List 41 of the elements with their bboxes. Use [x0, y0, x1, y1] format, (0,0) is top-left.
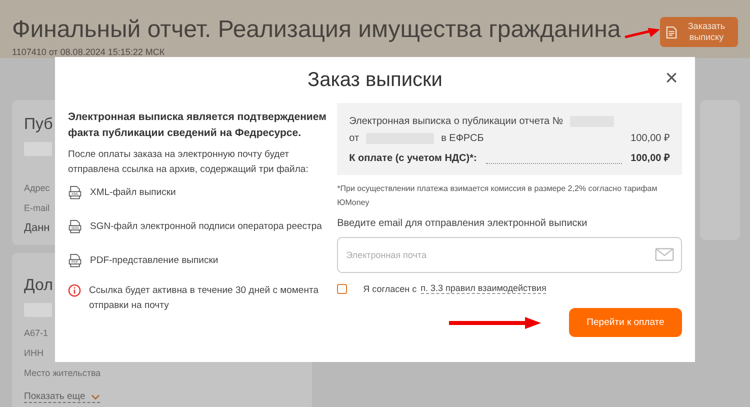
- intro-text: Электронная выписка является подтверждением факта публикации сведений на Федресурсе.: [68, 110, 328, 141]
- card-heading: Дол: [24, 276, 53, 296]
- rules-link[interactable]: п. 3.3 правил взаимодействия: [420, 283, 546, 294]
- card-heading: Пуб: [24, 115, 53, 135]
- card-subheading: Данн: [24, 221, 50, 236]
- total-label: К оплате (с учетом НДС)*:: [349, 152, 477, 166]
- file-name: PDF-представление выписки: [90, 254, 218, 268]
- dialog-title: Заказ выписки: [308, 68, 442, 92]
- pay-button[interactable]: Перейти к оплате: [569, 308, 682, 337]
- agree-checkbox[interactable]: [337, 284, 348, 294]
- file-name: XML-файл выписки: [90, 186, 176, 200]
- order-button[interactable]: Заказать выписку: [660, 17, 738, 47]
- envelope-icon: [655, 248, 674, 261]
- footnote-text: *При осуществлении платежа взимается комиссия в размере 2,2% согласно тарифам ЮMoney: [337, 183, 658, 209]
- field-label: Место жительства: [24, 367, 101, 380]
- chevron-down-icon: [91, 394, 100, 400]
- page-title: Финальный отчет. Реализация имущества гражданина: [12, 18, 621, 42]
- item-price: 100,00 ₽: [630, 132, 670, 146]
- file-name: SGN-файл электронной подписи оператора реестра: [90, 220, 322, 234]
- item-description: от: [349, 132, 360, 146]
- page-subtitle: 1107410 от 08.08.2024 15:15:22 МСК: [12, 47, 166, 57]
- total-price: 100,00 ₽: [630, 152, 670, 166]
- file-icon: [68, 253, 82, 268]
- item-description: в ЕФРСБ: [441, 132, 484, 146]
- email-label: Введите email для отправления электронной выписки: [337, 218, 588, 229]
- item-description: Электронная выписка о публикации отчета №: [349, 115, 564, 129]
- field-label: ИНН: [24, 347, 44, 360]
- email-field[interactable]: Электронная почта: [337, 237, 682, 273]
- field-label: А67-1: [24, 327, 48, 340]
- file-icon: [68, 185, 82, 200]
- info-icon: [68, 284, 81, 297]
- notice-text: Ссылка будет активна в течение 30 дней с момента отправки на почту: [89, 284, 320, 313]
- agree-label: Я согласен с: [363, 284, 417, 294]
- document-icon: [666, 26, 677, 38]
- arrow-annotation: [624, 26, 660, 40]
- close-button[interactable]: ×: [661, 67, 682, 89]
- field-label: Адрес: [24, 182, 50, 195]
- show-more-link[interactable]: Показать еще: [24, 391, 100, 403]
- file-icon: [68, 219, 82, 234]
- field-label: E-mail: [24, 202, 50, 215]
- description-text: После оплаты заказа на электронную почту будет отправлена ссылка на архив, содержащий три файла:: [68, 148, 310, 177]
